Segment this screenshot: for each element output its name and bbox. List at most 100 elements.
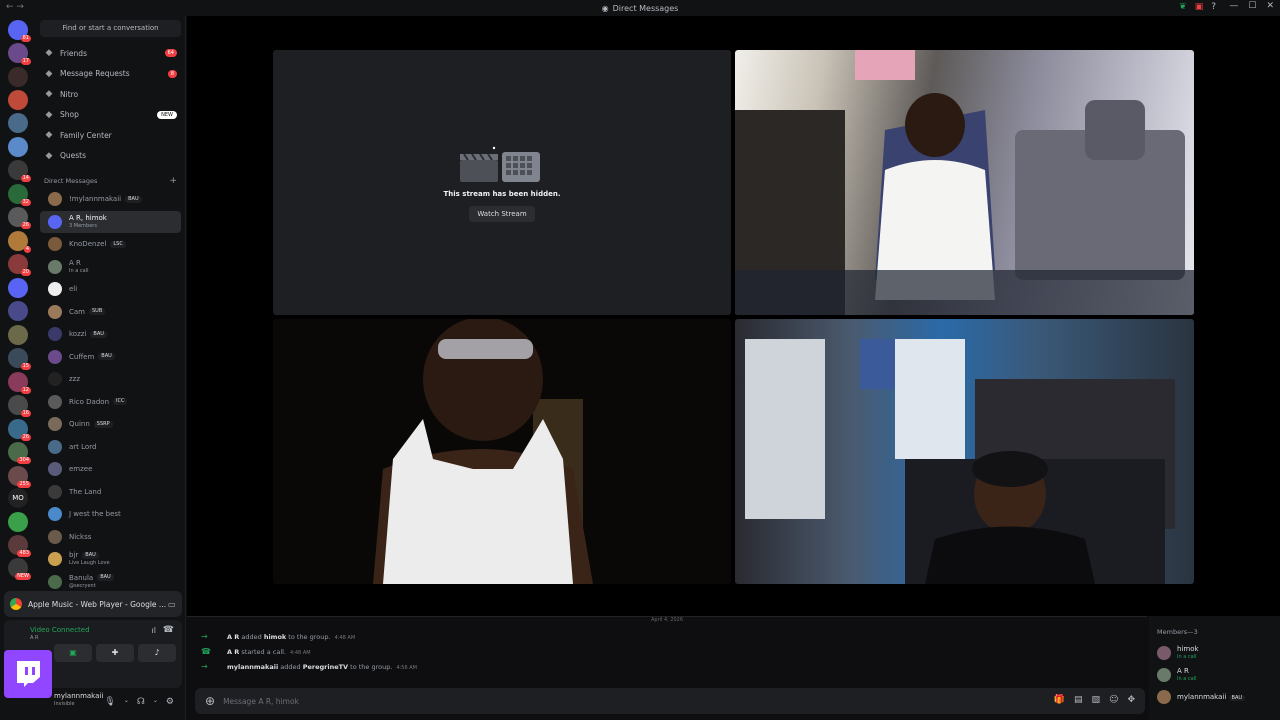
server-icon[interactable]: 17: [8, 43, 31, 65]
activity-bar[interactable]: Apple Music - Web Player - Google ... ▭: [4, 591, 182, 617]
dm-item[interactable]: KnoDenzel LSC: [40, 233, 181, 256]
member-item[interactable]: mylannmakaii BAU: [1149, 686, 1280, 708]
nav-item-shop[interactable]: ◆ Shop NEW: [36, 105, 185, 126]
apps-icon[interactable]: ✥: [1127, 695, 1135, 705]
server-icon[interactable]: [8, 137, 28, 157]
dm-item[interactable]: Rico Dadon ICC: [40, 391, 181, 414]
watch-stream-button[interactable]: Watch Stream: [469, 205, 535, 222]
settings-gear-icon[interactable]: ⚙: [166, 697, 174, 707]
maximize-icon[interactable]: ☐: [1248, 1, 1256, 11]
add-attachment-icon[interactable]: ⊕: [205, 694, 215, 708]
dm-item[interactable]: emzee: [40, 458, 181, 481]
server-icon[interactable]: 20: [8, 254, 31, 276]
back-forward-icons[interactable]: ← →: [6, 2, 24, 12]
server-icon[interactable]: [8, 113, 28, 133]
window-title: Direct Messages: [612, 3, 679, 13]
minimize-icon[interactable]: —: [1229, 1, 1238, 11]
disconnect-icon[interactable]: ☎: [163, 625, 174, 635]
server-icon[interactable]: [8, 512, 28, 532]
gift-icon[interactable]: 🎁: [1054, 695, 1065, 705]
dm-subtitle: In a call: [69, 267, 89, 274]
server-icon[interactable]: [8, 325, 28, 345]
dm-item[interactable]: eli: [40, 278, 181, 301]
headphones-icon[interactable]: ☊: [137, 697, 145, 707]
dm-item[interactable]: Nickss: [40, 526, 181, 549]
signal-icon[interactable]: ıl: [152, 626, 156, 635]
dm-item[interactable]: A R In a call: [40, 256, 181, 279]
dm-name: emzee: [69, 465, 93, 474]
help-icon[interactable]: ?: [1211, 2, 1216, 12]
server-icon[interactable]: [8, 90, 28, 110]
nav-item-friends[interactable]: ◆ Friends 64: [36, 43, 185, 64]
message-target[interactable]: himok: [264, 633, 286, 641]
member-status: In a call: [1177, 676, 1197, 682]
dm-item[interactable]: Quinn SSRP: [40, 413, 181, 436]
hidden-stream-tile[interactable]: This stream has been hidden. Watch Strea…: [273, 50, 731, 315]
message-actor[interactable]: A R: [227, 648, 239, 656]
username[interactable]: mylannmakaii: [54, 692, 103, 700]
camera-button[interactable]: ▣: [54, 644, 92, 662]
mic-icon[interactable]: 🎙: [104, 697, 115, 707]
activities-button[interactable]: ✚: [96, 644, 134, 662]
server-icon[interactable]: 4: [8, 231, 31, 253]
server-icon[interactable]: 255: [8, 466, 31, 488]
member-item[interactable]: A R In a call: [1149, 664, 1280, 686]
server-icon[interactable]: 16: [8, 395, 31, 417]
add-dm-button[interactable]: +: [169, 176, 177, 186]
member-item[interactable]: himok In a call: [1149, 642, 1280, 664]
dm-item[interactable]: !mylannmakaii BAU: [40, 188, 181, 211]
screen-icon[interactable]: ▭: [168, 600, 176, 609]
server-badge: 14: [20, 175, 31, 182]
server-icon[interactable]: [8, 67, 28, 87]
gif-icon[interactable]: ▤: [1074, 695, 1083, 705]
chevron-down-icon[interactable]: ⌄: [124, 697, 129, 707]
server-icon[interactable]: [8, 301, 28, 321]
soundboard-button[interactable]: ♪: [138, 644, 176, 662]
search-input[interactable]: Find or start a conversation: [40, 20, 181, 37]
dm-item[interactable]: Banula BAU @secryent: [40, 571, 181, 594]
nav-item-message-requests[interactable]: ◆ Message Requests 8: [36, 64, 185, 85]
nav-item-nitro[interactable]: ◆ Nitro: [36, 84, 185, 105]
nav-item-quests[interactable]: ◆ Quests: [36, 146, 185, 167]
dm-item[interactable]: Cuffem BAU: [40, 346, 181, 369]
server-icon[interactable]: 304: [8, 442, 31, 464]
server-icon[interactable]: 15: [8, 348, 31, 370]
nav-item-family-center[interactable]: ◆ Family Center: [36, 125, 185, 146]
dm-item[interactable]: Cam SUB: [40, 301, 181, 324]
video-tile-participant-2[interactable]: [273, 319, 731, 584]
video-tile-participant-1[interactable]: [735, 50, 1194, 315]
message-input[interactable]: ⊕ Message A R, himok 🎁 ▤ ▧ ☺ ✥: [195, 688, 1145, 714]
sticker-icon[interactable]: ▧: [1092, 695, 1101, 705]
dm-item[interactable]: bjr BAU Live Laugh Love: [40, 548, 181, 571]
dm-item[interactable]: J west the best: [40, 503, 181, 526]
video-tile-participant-3[interactable]: [735, 319, 1194, 584]
discord-logo-icon: ◉: [601, 3, 609, 13]
server-icon[interactable]: [8, 278, 28, 298]
message-actor[interactable]: mylannmakaii: [227, 663, 278, 671]
close-icon[interactable]: ✕: [1266, 1, 1274, 11]
server-icon[interactable]: 12: [8, 372, 31, 394]
guild-tag: BAU: [1228, 694, 1246, 701]
emoji-icon[interactable]: ☺: [1109, 695, 1118, 705]
server-icon[interactable]: NEW: [8, 558, 31, 580]
phone-icon: ☎: [201, 647, 211, 656]
dm-item[interactable]: A R, himok 3 Members: [40, 210, 181, 233]
server-icon[interactable]: 32: [8, 184, 31, 206]
dm-item[interactable]: art Lord: [40, 436, 181, 459]
nitro-leaf-icon[interactable]: ❦: [1179, 2, 1187, 12]
server-icon[interactable]: 483: [8, 535, 31, 557]
chevron-down-icon[interactable]: ⌄: [153, 697, 158, 707]
server-icon[interactable]: 26: [8, 419, 31, 441]
dm-item[interactable]: kozzi BAU: [40, 323, 181, 346]
voice-channel[interactable]: A R: [30, 635, 38, 641]
server-icon[interactable]: MO: [8, 488, 28, 508]
server-icon[interactable]: 81: [8, 20, 31, 42]
inbox-icon[interactable]: ▣: [1195, 2, 1204, 12]
dm-item[interactable]: zzz: [40, 368, 181, 391]
system-message: → A R added himok to the group. 4:48 AM: [201, 632, 355, 641]
message-actor[interactable]: A R: [227, 633, 239, 641]
server-icon[interactable]: 26: [8, 207, 31, 229]
server-icon[interactable]: 14: [8, 160, 31, 182]
dm-item[interactable]: The Land: [40, 481, 181, 504]
message-target[interactable]: PeregrineTV: [303, 663, 348, 671]
